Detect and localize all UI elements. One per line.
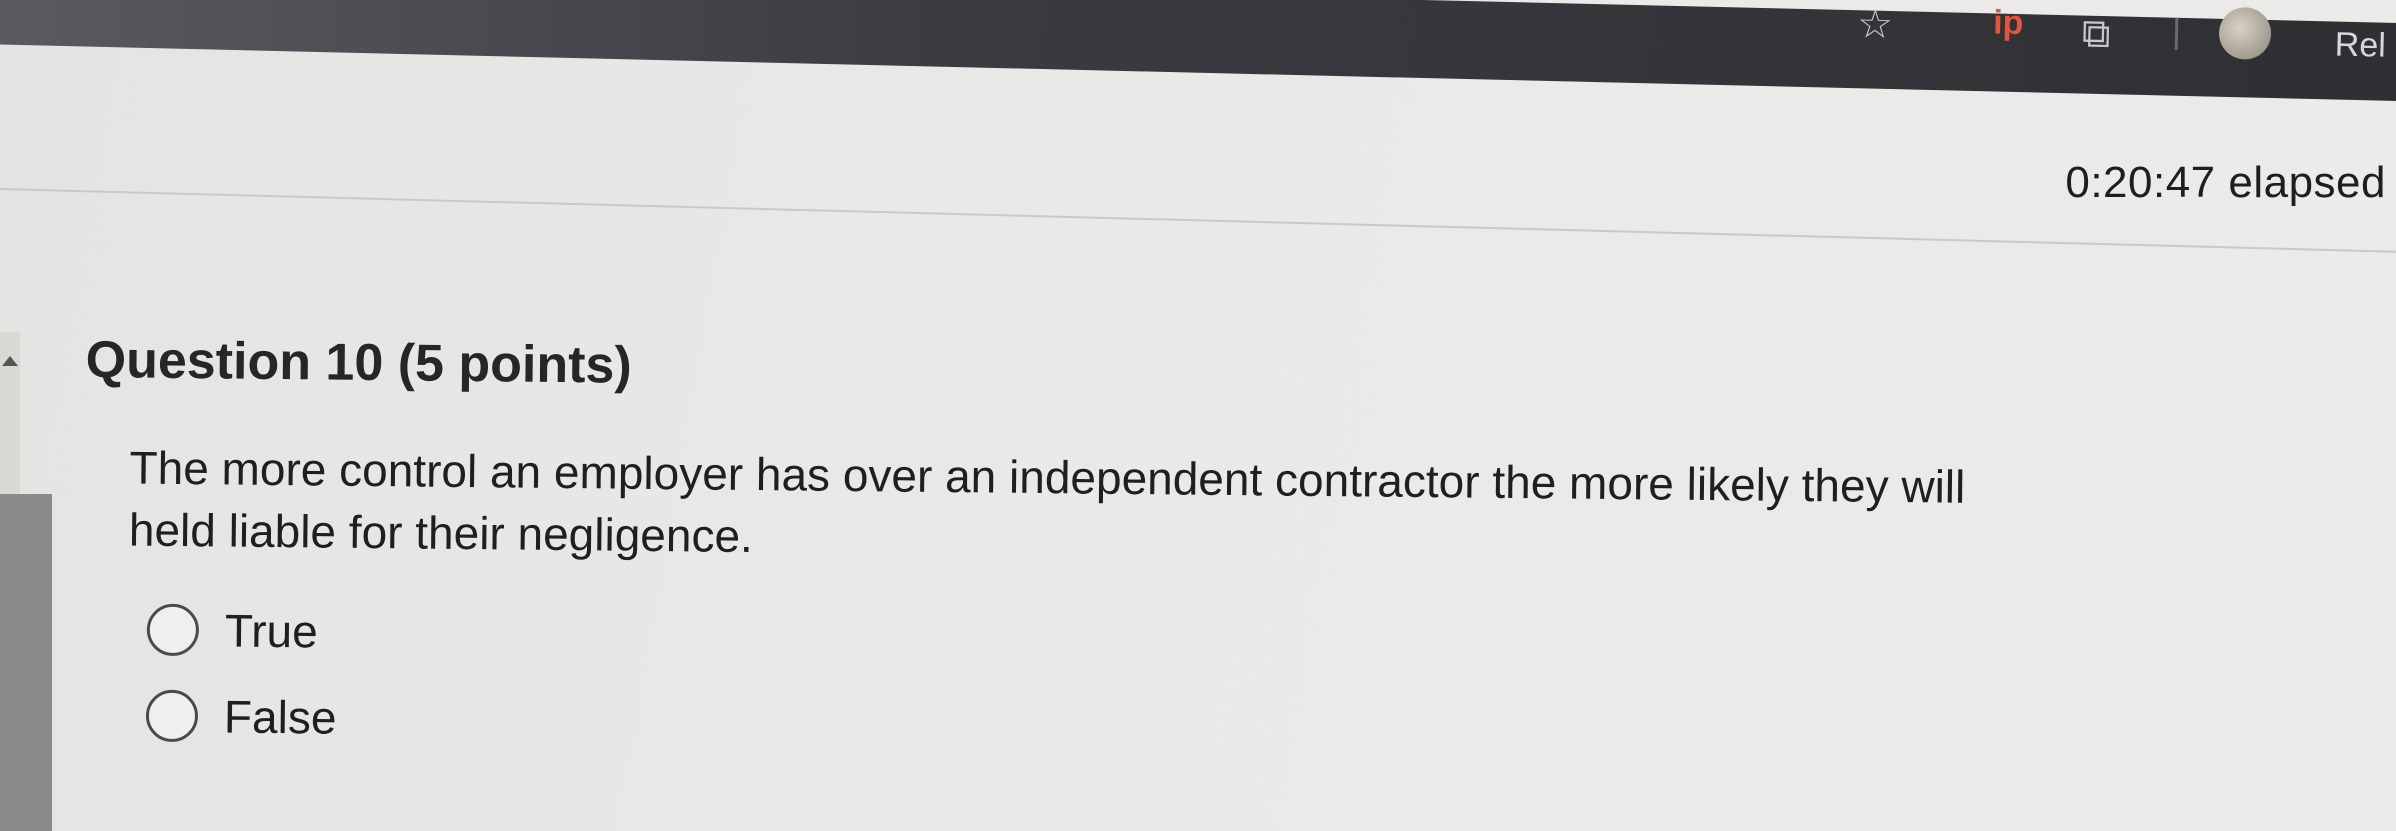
- toolbar-divider: [2174, 17, 2179, 50]
- bookmark-star-icon[interactable]: ☆: [1857, 2, 1894, 47]
- question-panel: Question 10 (5 points) The more control …: [82, 330, 2126, 779]
- question-prompt: The more control an employer has over an…: [128, 441, 1966, 562]
- radio-true[interactable]: [146, 603, 200, 657]
- option-false-label[interactable]: False: [224, 689, 337, 744]
- question-number: Question 10: [85, 330, 384, 393]
- header-divider: [0, 188, 2396, 255]
- question-heading: Question 10 (5 points): [85, 330, 2126, 411]
- collapse-caret-icon[interactable]: [2, 356, 18, 366]
- ip-extension-icon[interactable]: ip: [1993, 3, 2024, 42]
- elapsed-timer: 0:20:47 elapsed: [2065, 158, 2386, 207]
- radio-false[interactable]: [145, 689, 199, 743]
- left-rail-dark: [0, 494, 52, 831]
- reload-button-label[interactable]: Rel: [2334, 26, 2386, 66]
- profile-avatar[interactable]: [2218, 6, 2272, 60]
- question-points: (5 points): [397, 334, 633, 395]
- answer-options: True False: [145, 587, 2124, 780]
- extensions-icon[interactable]: ⧉: [2081, 12, 2111, 57]
- option-true-label[interactable]: True: [225, 603, 318, 658]
- browser-toolbar: ☆ ip ⧉ Rel: [0, 0, 2396, 102]
